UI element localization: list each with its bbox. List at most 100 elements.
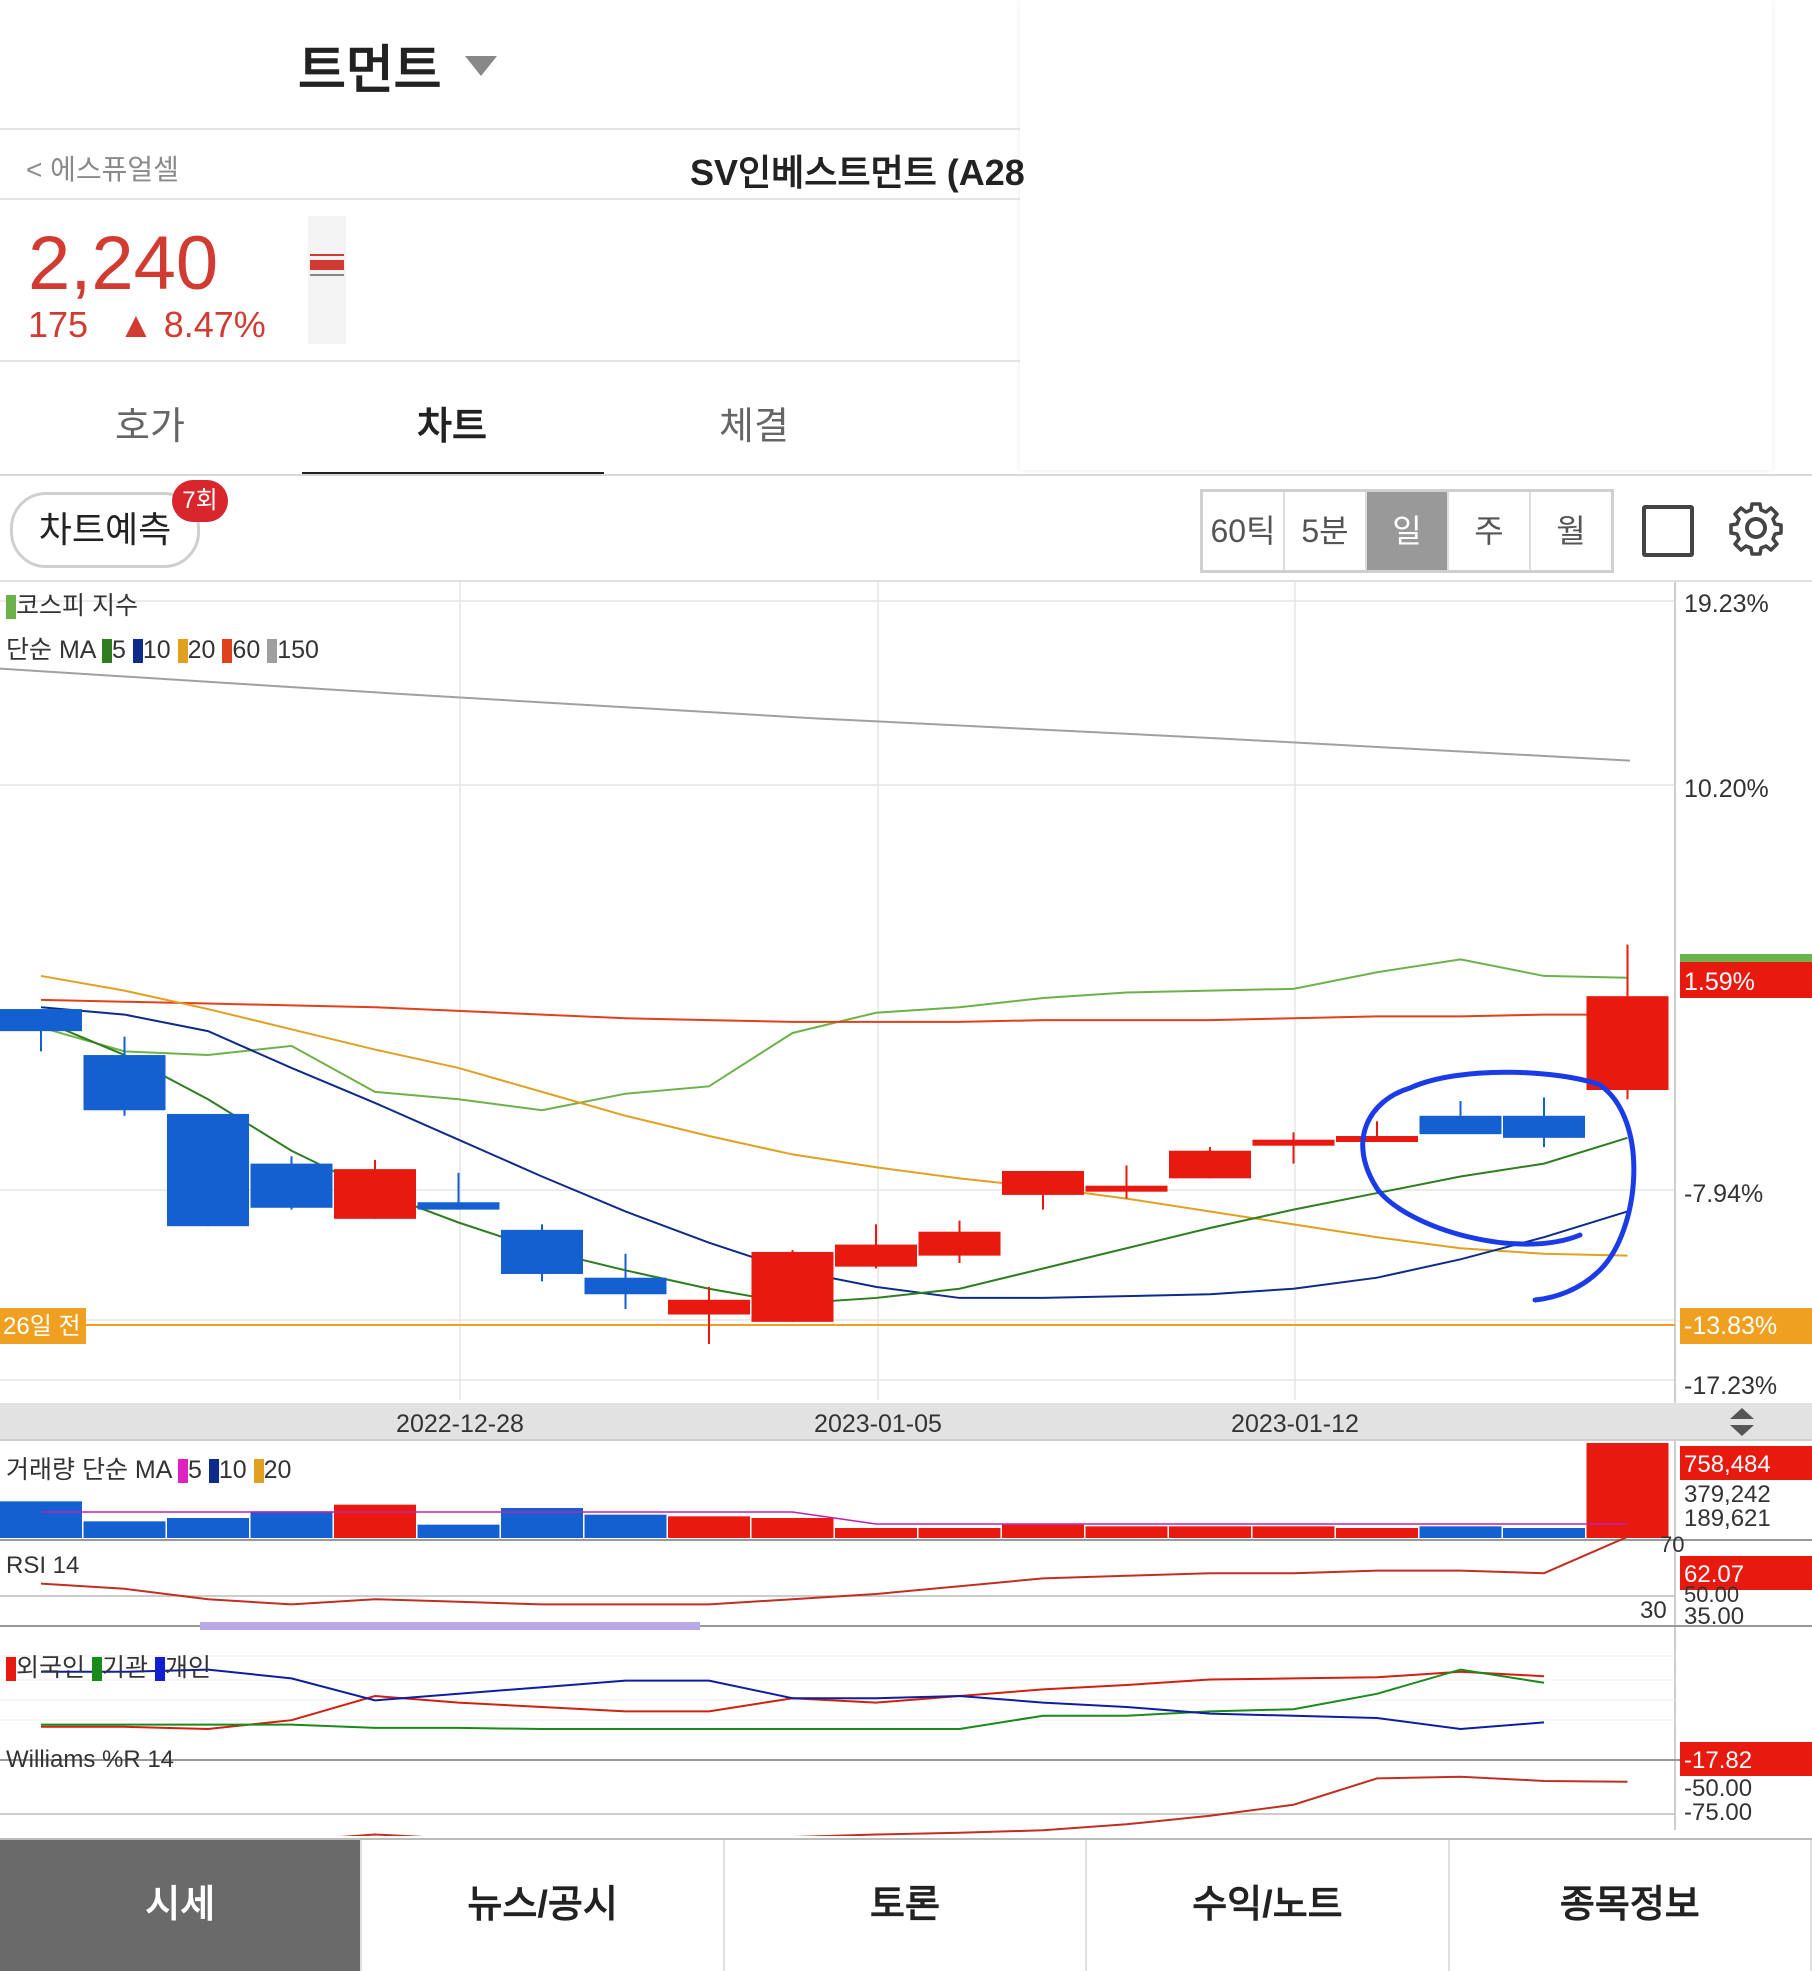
candle-body [250, 1163, 333, 1208]
rsi-line [40, 1535, 1628, 1606]
change-percent: ▲ 8.47% [118, 304, 266, 345]
fullscreen-icon[interactable] [1642, 505, 1694, 557]
kospi-line [40, 958, 1628, 1112]
annotation-circle [1360, 1069, 1637, 1303]
ref-tag-label: -13.83% [1684, 1312, 1777, 1340]
rsi-tick-30: 30 [1640, 1597, 1667, 1624]
bottom-nav: 시세 뉴스/공시 토론 수익/노트 종목정보 [0, 1838, 1812, 1971]
period-week[interactable]: 주 [1449, 492, 1531, 570]
mini-candle [308, 216, 346, 344]
back-link[interactable]: < 에스퓨얼셀 [26, 148, 179, 188]
candle-body [1085, 1185, 1168, 1192]
volume-bar [1085, 1526, 1168, 1538]
ma-legend-5: 5 [112, 636, 126, 664]
nav-news[interactable]: 뉴스/공시 [362, 1840, 725, 1971]
y-axis-label: -17.23% [1684, 1372, 1777, 1400]
chevron-left-icon: < [26, 154, 51, 185]
volume-bar [1503, 1528, 1585, 1538]
ma-legend-150: 150 [277, 636, 319, 664]
volume-bar [1002, 1524, 1084, 1538]
header-dropdown-icon[interactable] [465, 56, 497, 76]
volume-bar [751, 1518, 834, 1538]
nav-discussion[interactable]: 토론 [725, 1840, 1088, 1971]
volume-bar [584, 1514, 667, 1538]
ma150-line [0, 667, 1631, 762]
ma10-line [40, 1006, 1628, 1299]
current-tag-label: 1.59% [1684, 968, 1755, 996]
period-day[interactable]: 일 [1367, 492, 1449, 570]
ma-legend-20: 20 [187, 636, 216, 664]
investor-legend: 외국인 기관 개인 [6, 1648, 211, 1684]
period-60tick[interactable]: 60틱 [1203, 492, 1285, 570]
williams-tick-75: -75.00 [1684, 1799, 1752, 1826]
candle-body [751, 1251, 834, 1322]
current-price: 2,240 [28, 221, 219, 306]
kospi-legend: 코스피 지수 [6, 586, 138, 622]
williams-value-label: -17.82 [1684, 1747, 1752, 1774]
back-stock-name: 에스퓨얼셀 [50, 154, 179, 185]
rsi-tick-70: 70 [1660, 1532, 1684, 1557]
candle-body [334, 1169, 416, 1219]
ref-left-label: 26일 전 [3, 1313, 81, 1340]
candle-body [1002, 1170, 1084, 1195]
volume-low-label: 189,621 [1684, 1505, 1771, 1532]
y-axis-label: 10.20% [1684, 775, 1769, 803]
ma-legend-label: 단순 MA [6, 636, 96, 664]
candle-body [417, 1202, 500, 1210]
ma60-line [40, 998, 1628, 1023]
volume-max-label: 758,484 [1684, 1451, 1771, 1478]
volume-legend: 거래량 단순 MA 5 10 20 [6, 1450, 291, 1486]
volume-bar [668, 1516, 750, 1538]
volume-bar [1419, 1526, 1502, 1538]
candle-body [1586, 996, 1669, 1091]
price-change: 175 ▲ 8.47% [28, 304, 266, 346]
candle-body [501, 1229, 583, 1275]
williams-line [339, 1775, 1628, 1836]
stock-name: SV인베스트먼트 (A28 [690, 152, 1025, 193]
volume-bar [0, 1501, 82, 1538]
candle-body [83, 1055, 166, 1111]
rsi-oversold-fill [200, 1622, 700, 1630]
investor-individual: 개인 [164, 1654, 211, 1682]
investor-foreign: 외국인 [16, 1654, 86, 1682]
volume-bar [334, 1504, 416, 1538]
candle-body [1503, 1115, 1585, 1138]
williams-legend: Williams %R 14 [6, 1746, 175, 1773]
tab-chart[interactable]: 차트 [302, 395, 602, 450]
period-month[interactable]: 월 [1531, 492, 1611, 570]
nav-quote[interactable]: 시세 [0, 1840, 363, 1971]
volume-bar [1252, 1526, 1335, 1538]
period-selector: 60틱 5분 일 주 월 [1200, 489, 1614, 573]
ma-legend-10: 10 [142, 636, 171, 664]
candle-body [1169, 1150, 1251, 1179]
x-tick-label: 2022-12-28 [396, 1410, 524, 1438]
ma-legend: 단순 MA 5 10 20 60 150 [6, 630, 319, 666]
volume-bar [417, 1524, 500, 1538]
x-tick-label: 2023-01-12 [1231, 1410, 1359, 1438]
candle-body [918, 1231, 1001, 1256]
candle-body [167, 1113, 249, 1227]
williams-tick-50: -50.00 [1684, 1775, 1752, 1802]
candle-body [835, 1244, 917, 1267]
volume-bar [835, 1528, 917, 1538]
period-5min[interactable]: 5분 [1285, 492, 1367, 570]
stock-chart[interactable]: 2022-12-28 2023-01-05 2023-01-12 19.23% 10.2… [0, 582, 1812, 1836]
rsi-legend: RSI 14 [6, 1552, 80, 1579]
candle-body [668, 1299, 750, 1315]
y-axis-label: -7.94% [1684, 1180, 1763, 1208]
candle-body [584, 1277, 667, 1295]
volume-legend-label: 거래량 단순 MA [6, 1456, 172, 1484]
volume-bar [167, 1518, 249, 1538]
gear-icon[interactable] [1728, 500, 1784, 556]
tab-orderbook[interactable]: 호가 [0, 395, 300, 450]
tab-trades[interactable]: 체결 [604, 395, 904, 450]
nav-stock-info[interactable]: 종목정보 [1450, 1840, 1812, 1971]
y-axis-label: 19.23% [1684, 590, 1769, 618]
header-title[interactable]: 트먼트 [298, 28, 442, 103]
nav-notes[interactable]: 수익/노트 [1087, 1840, 1450, 1971]
volume-bar [1169, 1526, 1251, 1538]
volume-legend-20: 20 [263, 1456, 292, 1484]
change-amount: 175 [28, 304, 89, 345]
investor-institution: 기관 [101, 1654, 148, 1682]
x-tick-label: 2023-01-05 [814, 1410, 942, 1438]
